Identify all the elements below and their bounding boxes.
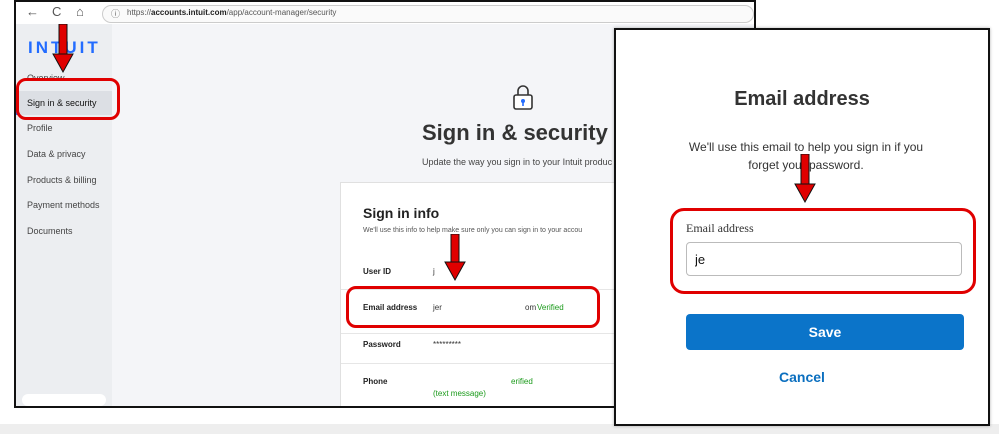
lock-icon: [513, 85, 533, 110]
email-row-highlight-box: [346, 286, 600, 328]
sidebar-item-documents[interactable]: Documents: [16, 219, 112, 243]
dialog-title: Email address: [734, 88, 870, 110]
cancel-button[interactable]: Cancel: [616, 369, 988, 385]
card-description: We'll use this info to help make sure on…: [363, 227, 583, 234]
row-key: Phone: [363, 377, 388, 386]
page-subtitle: Update the way you sign in to your Intui…: [422, 157, 613, 167]
row-key: Password: [363, 340, 401, 349]
email-field-highlight-box: [670, 208, 976, 294]
page-title: Sign in & security: [422, 120, 608, 145]
down-arrow-icon: [52, 24, 74, 74]
down-arrow-icon: [794, 154, 816, 204]
url-text: https://accounts.intuit.com/app/account-…: [127, 8, 337, 17]
sidebar-highlight-box: [16, 78, 120, 120]
row-value: j: [433, 267, 435, 276]
email-address-dialog: Email address We'll use this email to he…: [614, 28, 990, 426]
sidebar-item-data-privacy[interactable]: Data & privacy: [16, 142, 112, 166]
url-field[interactable]: ⓘ https://accounts.intuit.com/app/accoun…: [102, 5, 754, 23]
card-title: Sign in info: [363, 205, 440, 221]
verified-badge: erified: [511, 377, 533, 386]
save-button[interactable]: Save: [686, 314, 964, 350]
sidebar-item-products-billing[interactable]: Products & billing: [16, 168, 112, 192]
phone-note: (text message): [433, 389, 486, 398]
row-value: *********: [433, 340, 462, 349]
sidebar-item-payment-methods[interactable]: Payment methods: [16, 193, 112, 217]
sidebar-footer-widget[interactable]: [22, 394, 106, 406]
home-icon[interactable]: ⌂: [76, 4, 84, 19]
site-info-icon[interactable]: ⓘ: [111, 7, 120, 20]
back-icon[interactable]: ←: [26, 4, 39, 19]
address-bar: ← C ⌂ ⓘ https://accounts.intuit.com/app/…: [16, 2, 754, 25]
down-arrow-icon: [444, 234, 466, 282]
row-key: User ID: [363, 267, 392, 276]
refresh-icon[interactable]: C: [52, 4, 61, 19]
